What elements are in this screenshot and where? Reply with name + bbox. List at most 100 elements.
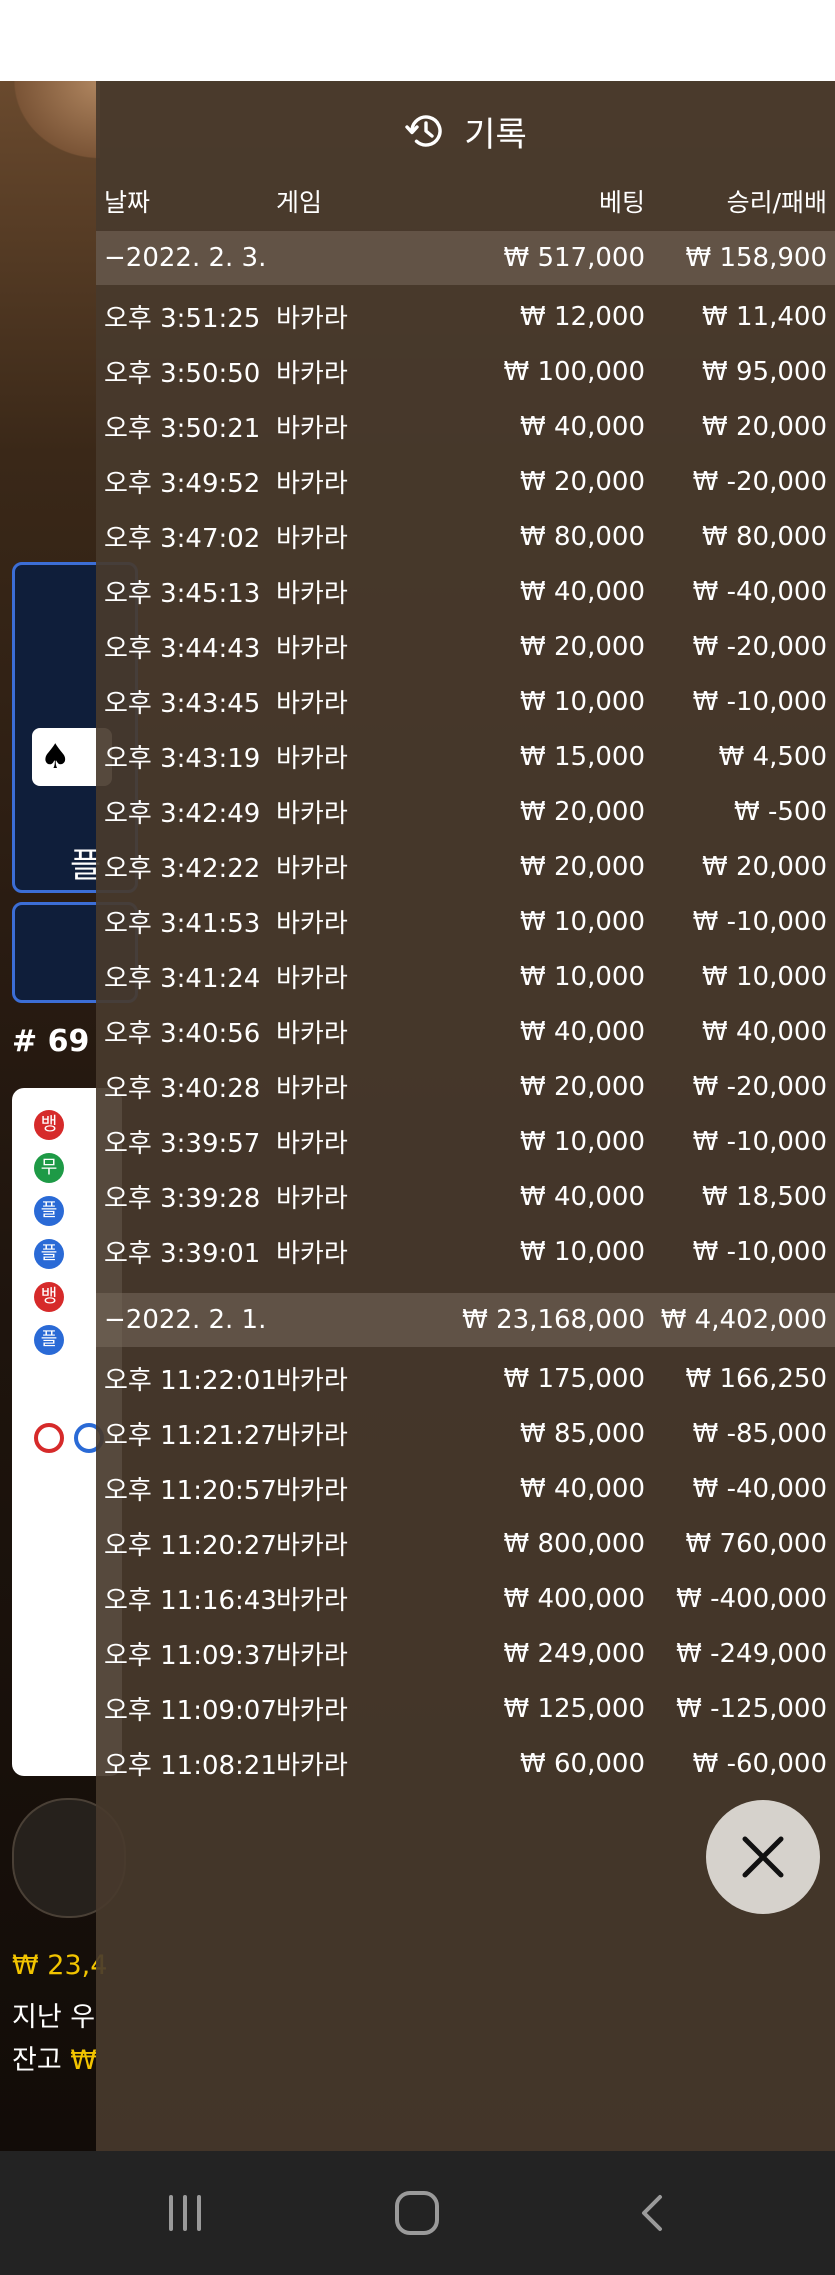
balance-value: ₩ bbox=[70, 2045, 97, 2076]
column-header-bet: 베팅 bbox=[598, 188, 645, 217]
row-bet: ₩ 15,000 bbox=[520, 741, 645, 772]
table-row: 오후 3:43:45 바카라 ₩ 10,000 ₩ -10,000 bbox=[96, 674, 835, 729]
table-row: 오후 11:22:01 바카라 ₩ 175,000 ₩ 166,250 bbox=[96, 1351, 835, 1406]
row-time: 오후 3:40:28 bbox=[104, 1074, 261, 1104]
table-row: 오후 11:09:07 바카라 ₩ 125,000 ₩ -125,000 bbox=[96, 1681, 835, 1736]
row-bet: ₩ 20,000 bbox=[520, 631, 645, 662]
row-game: 바카라 bbox=[276, 1129, 348, 1159]
table-row: 오후 3:39:28 바카라 ₩ 40,000 ₩ 18,500 bbox=[96, 1169, 835, 1224]
row-game: 바카라 bbox=[276, 414, 348, 444]
close-button[interactable] bbox=[706, 1800, 820, 1914]
table-row: 오후 3:49:52 바카라 ₩ 20,000 ₩ -20,000 bbox=[96, 454, 835, 509]
table-row: 오후 3:39:57 바카라 ₩ 10,000 ₩ -10,000 bbox=[96, 1114, 835, 1169]
row-time: 오후 3:41:53 bbox=[104, 909, 261, 939]
row-bet: ₩ 800,000 bbox=[503, 1528, 646, 1559]
row-result: ₩ 80,000 bbox=[702, 521, 827, 552]
panel-header: 기록 bbox=[96, 81, 835, 181]
table-row: 오후 11:21:27 바카라 ₩ 85,000 ₩ -85,000 bbox=[96, 1406, 835, 1461]
back-icon bbox=[642, 2195, 662, 2231]
balance-label: 잔고 bbox=[12, 2045, 71, 2076]
row-bet: ₩ 20,000 bbox=[520, 466, 645, 497]
row-bet: ₩ 10,000 bbox=[520, 906, 645, 937]
row-bet: ₩ 20,000 bbox=[520, 851, 645, 882]
row-result: ₩ 11,400 bbox=[702, 301, 827, 332]
recents-icon bbox=[169, 2195, 201, 2231]
row-result: ₩ -20,000 bbox=[692, 466, 827, 497]
row-time: 오후 3:43:19 bbox=[104, 744, 261, 774]
column-header-date: 날짜 bbox=[104, 188, 151, 217]
table-row: 오후 11:20:57 바카라 ₩ 40,000 ₩ -40,000 bbox=[96, 1461, 835, 1516]
table-row: 오후 3:51:25 바카라 ₩ 12,000 ₩ 11,400 bbox=[96, 289, 835, 344]
table-row: 오후 3:42:22 바카라 ₩ 20,000 ₩ 20,000 bbox=[96, 839, 835, 894]
row-bet: ₩ 10,000 bbox=[520, 1126, 645, 1157]
row-result: ₩ 10,000 bbox=[702, 961, 827, 992]
row-result: ₩ -85,000 bbox=[692, 1418, 827, 1449]
row-bet: ₩ 85,000 bbox=[520, 1418, 645, 1449]
date-group-header[interactable]: −2022. 2. 1. ₩ 23,168,000 ₩ 4,402,000 bbox=[96, 1293, 835, 1347]
row-time: 오후 3:49:52 bbox=[104, 469, 261, 499]
row-game: 바카라 bbox=[276, 579, 348, 609]
row-time: 오후 11:09:07 bbox=[104, 1696, 277, 1726]
row-time: 오후 3:42:49 bbox=[104, 799, 261, 829]
roadmap-tie: 무 bbox=[34, 1153, 64, 1183]
table-edge bbox=[0, 81, 100, 171]
date-group-header[interactable]: −2022. 2. 3. ₩ 517,000 ₩ 158,900 bbox=[96, 231, 835, 285]
row-result: ₩ -10,000 bbox=[692, 1236, 827, 1267]
row-result: ₩ -20,000 bbox=[692, 1071, 827, 1102]
table-row: 오후 11:09:37 바카라 ₩ 249,000 ₩ -249,000 bbox=[96, 1626, 835, 1681]
row-game: 바카라 bbox=[276, 1696, 348, 1726]
row-time: 오후 3:45:13 bbox=[104, 579, 261, 609]
row-time: 오후 11:20:57 bbox=[104, 1476, 277, 1506]
row-time: 오후 11:08:21 bbox=[104, 1751, 277, 1781]
row-time: 오후 11:16:43 bbox=[104, 1586, 277, 1616]
row-bet: ₩ 12,000 bbox=[520, 301, 645, 332]
row-game: 바카라 bbox=[276, 634, 348, 664]
row-result: ₩ -40,000 bbox=[692, 576, 827, 607]
row-time: 오후 11:20:27 bbox=[104, 1531, 277, 1561]
roadmap-player: 플 bbox=[34, 1196, 64, 1226]
row-game: 바카라 bbox=[276, 854, 348, 884]
home-button[interactable] bbox=[385, 2181, 449, 2245]
row-game: 바카라 bbox=[276, 359, 348, 389]
row-game: 바카라 bbox=[276, 1476, 348, 1506]
row-game: 바카라 bbox=[276, 1366, 348, 1396]
roadmap-banker: 뱅 bbox=[34, 1282, 64, 1312]
table-row: 오후 3:41:53 바카라 ₩ 10,000 ₩ -10,000 bbox=[96, 894, 835, 949]
row-result: ₩ -10,000 bbox=[692, 686, 827, 717]
row-bet: ₩ 125,000 bbox=[503, 1693, 646, 1724]
row-result: ₩ 95,000 bbox=[702, 356, 827, 387]
row-game: 바카라 bbox=[276, 1239, 348, 1269]
row-time: 오후 3:50:21 bbox=[104, 414, 261, 444]
recents-button[interactable] bbox=[153, 2181, 217, 2245]
home-icon bbox=[395, 2191, 439, 2235]
balance: 잔고 ₩ bbox=[12, 2038, 97, 2077]
row-result: ₩ -500 bbox=[734, 796, 827, 827]
table-row: 오후 3:45:13 바카라 ₩ 40,000 ₩ -40,000 bbox=[96, 564, 835, 619]
row-game: 바카라 bbox=[276, 744, 348, 774]
row-game: 바카라 bbox=[276, 1184, 348, 1214]
row-time: 오후 3:50:50 bbox=[104, 359, 261, 389]
roadmap-player: 플 bbox=[34, 1325, 64, 1355]
roadmap-ring bbox=[34, 1423, 64, 1453]
row-time: 오후 11:22:01 bbox=[104, 1366, 277, 1396]
row-result: ₩ -60,000 bbox=[692, 1748, 827, 1779]
row-bet: ₩ 40,000 bbox=[520, 1016, 645, 1047]
row-result: ₩ -400,000 bbox=[676, 1583, 827, 1614]
back-button[interactable] bbox=[620, 2181, 684, 2245]
row-game: 바카라 bbox=[276, 1586, 348, 1616]
row-bet: ₩ 80,000 bbox=[520, 521, 645, 552]
row-bet: ₩ 20,000 bbox=[520, 796, 645, 827]
row-result: ₩ -40,000 bbox=[692, 1473, 827, 1504]
row-bet: ₩ 60,000 bbox=[520, 1748, 645, 1779]
table-row: 오후 3:39:01 바카라 ₩ 10,000 ₩ -10,000 bbox=[96, 1224, 835, 1279]
row-time: 오후 3:40:56 bbox=[104, 1019, 261, 1049]
row-game: 바카라 bbox=[276, 524, 348, 554]
table-row: 오후 3:43:19 바카라 ₩ 15,000 ₩ 4,500 bbox=[96, 729, 835, 784]
row-bet: ₩ 400,000 bbox=[503, 1583, 646, 1614]
table-row: 오후 11:08:21 바카라 ₩ 60,000 ₩ -60,000 bbox=[96, 1736, 835, 1791]
row-time: 오후 3:41:24 bbox=[104, 964, 261, 994]
column-header-result: 승리/패배 bbox=[726, 188, 827, 217]
history-icon bbox=[405, 115, 442, 147]
row-bet: ₩ 40,000 bbox=[520, 411, 645, 442]
round-number: # 69 bbox=[12, 1024, 90, 1059]
